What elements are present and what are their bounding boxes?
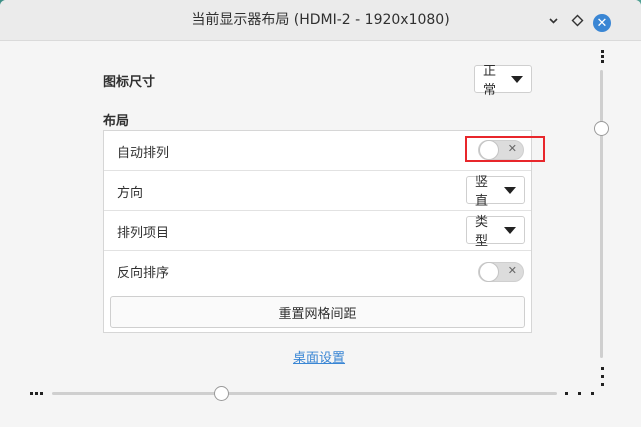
scroll-handle-icon <box>601 375 604 378</box>
scroll-handle-icon <box>601 383 604 386</box>
horizontal-scrollbar[interactable] <box>52 392 557 395</box>
sort-by-dropdown[interactable]: 类型 <box>466 215 525 249</box>
titlebar: 当前显示器布局 (HDMI-2 - 1920x1080) ✕ <box>0 0 641 41</box>
horizontal-scroll-knob[interactable] <box>214 386 229 401</box>
maximize-icon[interactable] <box>571 14 584 27</box>
scroll-handle-icon <box>601 55 604 58</box>
row-sort-by: 排列项目 类型 <box>104 211 531 251</box>
window-title: 当前显示器布局 (HDMI-2 - 1920x1080) <box>191 12 450 28</box>
reverse-order-switch[interactable]: ✕ <box>478 262 524 282</box>
scroll-handle-icon <box>578 392 581 395</box>
reverse-order-label: 反向排序 <box>117 266 170 281</box>
scroll-handle-icon <box>601 50 604 53</box>
direction-dropdown[interactable]: 竖直 <box>466 175 525 209</box>
chevron-down-icon <box>504 186 516 194</box>
switch-knob <box>479 262 499 282</box>
vertical-scroll-knob[interactable] <box>594 121 609 136</box>
vertical-scrollbar[interactable] <box>600 70 603 358</box>
row-reverse-order: 反向排序 ✕ <box>104 251 531 291</box>
row-direction: 方向 竖直 <box>104 171 531 211</box>
direction-value: 竖直 <box>475 175 489 209</box>
highlight-box <box>465 136 545 162</box>
icon-size-label: 图标尺寸 <box>103 75 156 90</box>
sort-by-label: 排列项目 <box>117 226 170 241</box>
close-icon[interactable]: ✕ <box>593 14 611 32</box>
icon-size-dropdown[interactable]: 正常 <box>474 64 532 98</box>
scroll-handle-icon <box>30 392 33 395</box>
desktop-settings-link[interactable]: 桌面设置 <box>293 347 345 366</box>
direction-label: 方向 <box>117 186 144 201</box>
scroll-handle-icon <box>565 392 568 395</box>
scroll-handle-icon <box>35 392 38 395</box>
switch-off-icon: ✕ <box>507 264 517 277</box>
chevron-down-icon <box>511 75 523 83</box>
scroll-handle-icon <box>601 367 604 370</box>
auto-arrange-label: 自动排列 <box>117 146 170 161</box>
scroll-handle-icon <box>591 392 594 395</box>
reset-grid-spacing-button[interactable]: 重置网格间距 <box>110 296 525 328</box>
icon-size-value: 正常 <box>483 64 497 98</box>
minimize-icon[interactable] <box>547 14 560 27</box>
sort-by-value: 类型 <box>475 215 489 249</box>
chevron-down-icon <box>504 226 516 234</box>
settings-window: 当前显示器布局 (HDMI-2 - 1920x1080) ✕ 图标尺寸 正常 布… <box>0 0 641 427</box>
scroll-handle-icon <box>40 392 43 395</box>
scroll-handle-icon <box>601 60 604 63</box>
layout-heading: 布局 <box>103 114 130 129</box>
